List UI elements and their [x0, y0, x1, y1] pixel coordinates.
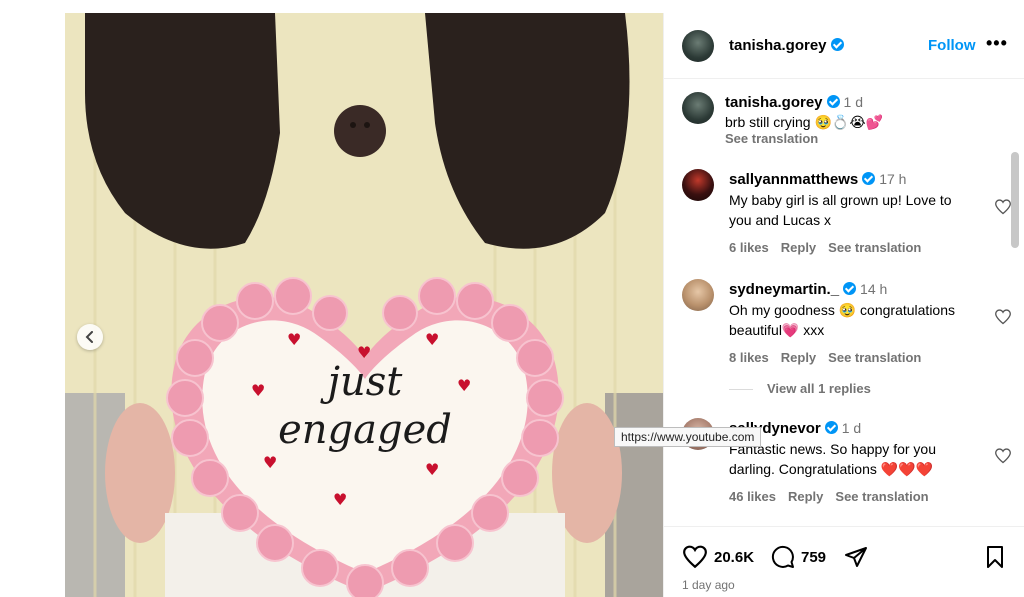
reply-button[interactable]: Reply [781, 240, 816, 255]
see-translation-link[interactable]: See translation [725, 131, 973, 147]
cake-text-engaged: engaged [278, 407, 452, 453]
svg-text:♥: ♥ [333, 490, 347, 509]
view-replies-link[interactable]: View all 1 replies [729, 381, 871, 396]
previous-photo-button[interactable] [77, 324, 103, 350]
author-name-row: tanisha.gorey [729, 37, 844, 55]
likes-count[interactable]: 20.6K [714, 549, 754, 566]
see-translation-link[interactable]: See translation [828, 240, 921, 255]
comment-text: Fantastic news. So happy for you darling… [729, 441, 936, 477]
comment-time[interactable]: 17 h [879, 171, 906, 187]
comment-group: 759 [771, 545, 826, 569]
comment-time[interactable]: 1 d [842, 420, 861, 436]
cake-photo-illustration: ♥♥♥ ♥ ♥♥ ♥♥ just engaged [65, 13, 663, 597]
svg-text:♥: ♥ [287, 330, 301, 349]
follow-button[interactable]: Follow [928, 37, 976, 54]
like-heart-icon[interactable] [682, 545, 708, 569]
caption-text: brb still crying 🥹💍😭💕 [725, 114, 884, 130]
comment-text: Oh my goodness 🥹 congratulations beautif… [729, 302, 955, 338]
comment-body: sallyannmatthews 17 h My baby girl is all… [729, 169, 977, 258]
instagram-post-view: ♥ ♥ ♥ ♥ ♥ ♥ ♥ ♥ just engaged tanisha.gorey Fo… [0, 0, 1024, 597]
comment-body: sallydynevor 1 d Fantastic news. So happy… [729, 418, 977, 507]
cake-text-just: just [320, 359, 404, 405]
more-options-icon[interactable]: ••• [986, 33, 1008, 54]
view-replies-label[interactable]: View all 1 replies [767, 381, 871, 396]
comment-body: sydneymartin._ 14 h Oh my goodness 🥹 cong… [729, 279, 977, 368]
like-comment-heart-icon[interactable] [994, 448, 1012, 464]
post-side-panel: tanisha.gorey Follow ••• tanisha.gorey 1 … [663, 13, 1024, 597]
avatar[interactable] [682, 279, 714, 311]
comment-meta: 46 likes Reply See translation [729, 487, 977, 507]
comment-likes[interactable]: 6 likes [729, 240, 769, 255]
comment-likes[interactable]: 8 likes [729, 350, 769, 365]
svg-text:♥: ♥ [425, 460, 439, 479]
posted-time[interactable]: 1 day ago [682, 578, 735, 592]
comment-bubble-icon[interactable] [771, 545, 795, 569]
avatar[interactable] [682, 169, 714, 201]
share-paper-plane-icon[interactable] [844, 545, 868, 569]
comment-meta: 6 likes Reply See translation [729, 238, 977, 258]
chevron-left-icon [85, 331, 93, 343]
see-translation-link[interactable]: See translation [828, 350, 921, 365]
comments-count[interactable]: 759 [801, 549, 826, 566]
reply-button[interactable]: Reply [781, 350, 816, 365]
like-group: 20.6K [682, 545, 754, 569]
avatar[interactable] [682, 92, 714, 124]
like-comment-heart-icon[interactable] [994, 199, 1012, 215]
svg-text:♥: ♥ [457, 376, 471, 395]
replies-divider [729, 389, 753, 391]
post-header: tanisha.gorey Follow ••• [664, 13, 1024, 79]
comment-time[interactable]: 1 d [844, 94, 863, 110]
author-username[interactable]: tanisha.gorey [729, 37, 827, 54]
verified-badge-icon [826, 95, 840, 108]
comments-scrollbar[interactable] [1011, 152, 1019, 248]
post-photo[interactable]: ♥ ♥ ♥ ♥ ♥ ♥ ♥ ♥ just engaged [65, 13, 663, 597]
verified-badge-icon [862, 172, 876, 185]
verified-badge-icon [824, 421, 838, 434]
save-group [985, 545, 1005, 569]
link-tooltip: https://www.youtube.com [614, 427, 762, 447]
comment-username[interactable]: sallyannmatthews [729, 171, 858, 188]
caption-body: tanisha.gorey 1 d brb still crying 🥹💍😭💕 S… [725, 92, 973, 147]
verified-badge-icon [830, 38, 844, 51]
reply-button[interactable]: Reply [788, 489, 823, 504]
see-translation-link[interactable]: See translation [835, 489, 928, 504]
author-avatar[interactable] [682, 30, 714, 62]
comment-meta: 8 likes Reply See translation [729, 348, 977, 368]
comment-username[interactable]: tanisha.gorey [725, 94, 823, 111]
comment-likes[interactable]: 46 likes [729, 489, 776, 504]
comment-text: My baby girl is all grown up! Love to yo… [729, 192, 952, 228]
share-group [844, 545, 868, 569]
verified-badge-icon [843, 282, 857, 295]
like-comment-heart-icon[interactable] [994, 309, 1012, 325]
comment-username[interactable]: sydneymartin._ [729, 281, 839, 298]
comment-time[interactable]: 14 h [860, 281, 887, 297]
svg-text:♥: ♥ [251, 381, 265, 400]
svg-text:♥: ♥ [425, 330, 439, 349]
comments-list[interactable]: tanisha.gorey 1 d brb still crying 🥹💍😭💕 S… [664, 80, 1024, 526]
post-actions-bar: 20.6K 759 1 day ago [664, 526, 1024, 597]
svg-text:♥: ♥ [263, 453, 277, 472]
bookmark-icon[interactable] [985, 545, 1005, 569]
